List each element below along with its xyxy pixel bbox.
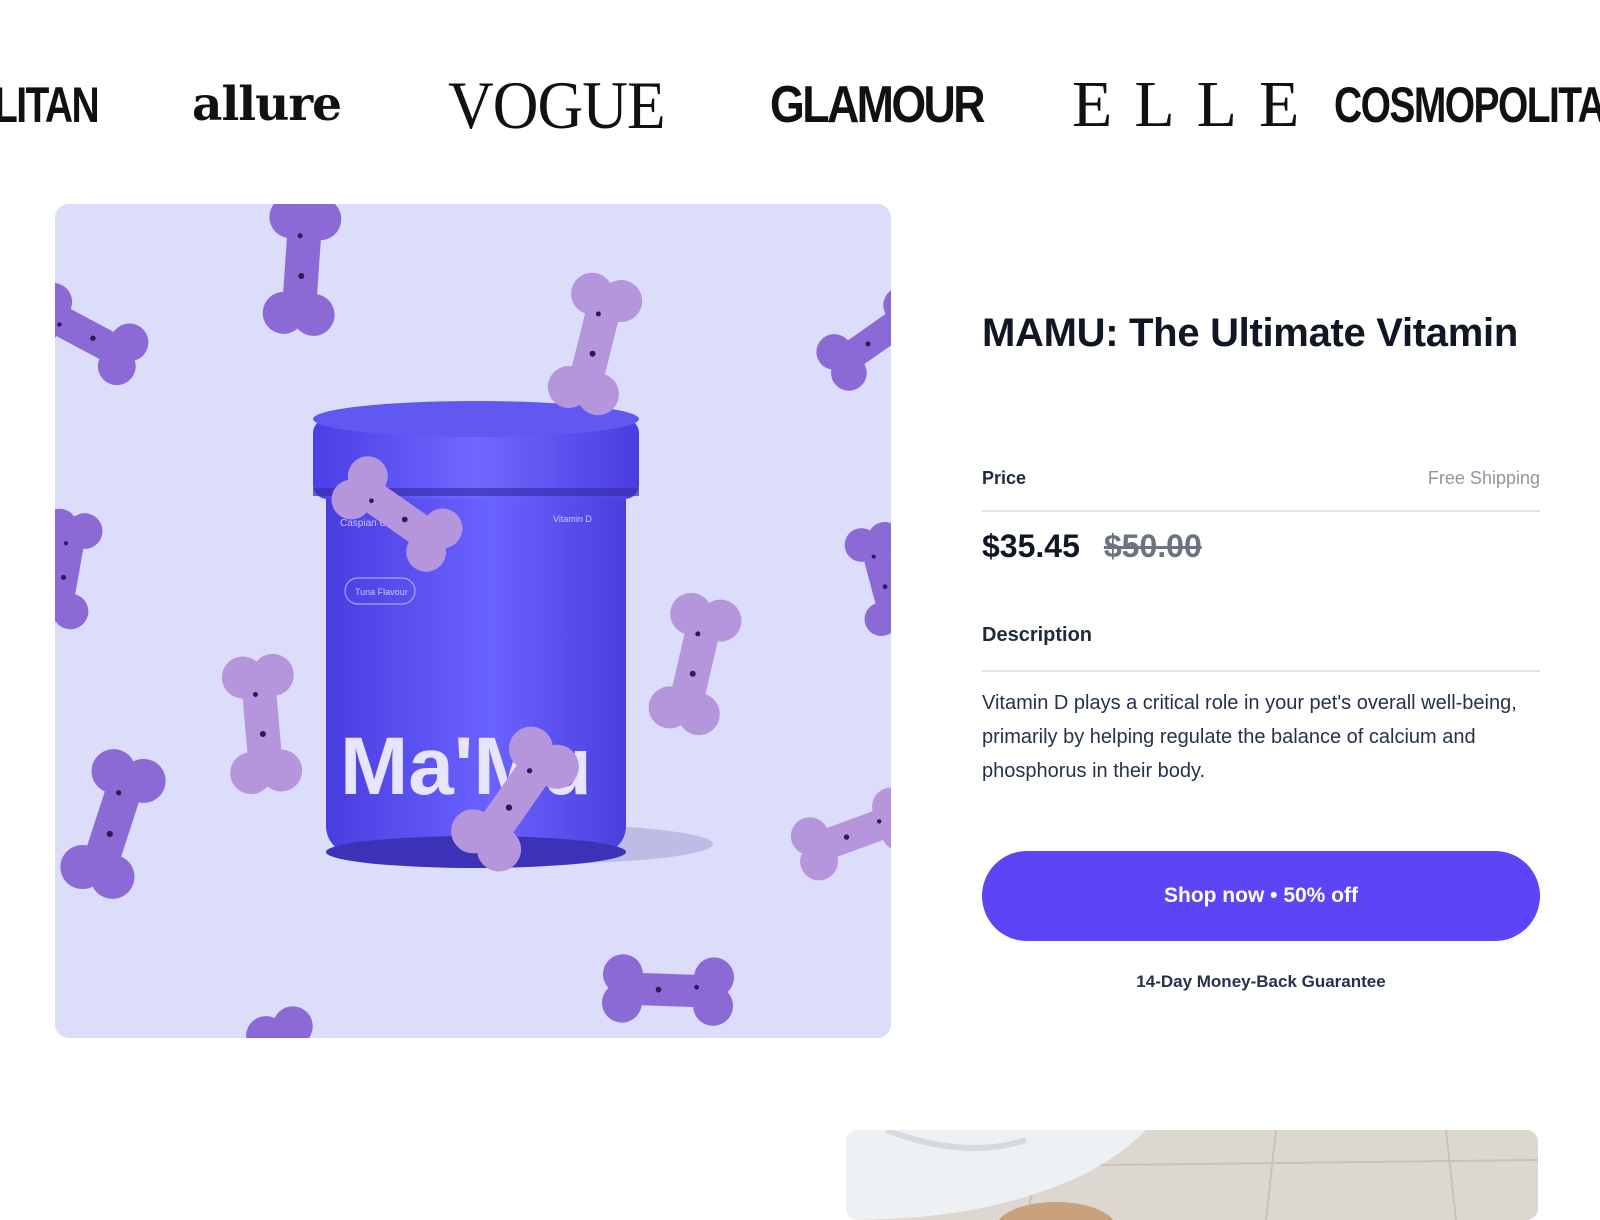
glamour-logo: GLAMOUR: [770, 76, 986, 134]
cosmopolitan-logo: COSMOPOLITAN: [1334, 77, 1600, 133]
free-shipping-label: Free Shipping: [1427, 468, 1540, 488]
vogue-logo: VOGUE: [448, 67, 666, 143]
price-header: Price Free Shipping: [982, 468, 1540, 489]
cosmopolitan-logo-partial: LITAN: [0, 77, 100, 133]
description-divider: [982, 670, 1540, 672]
elle-logo: ELLE: [1072, 68, 1322, 141]
lifestyle-photo: [846, 1130, 1538, 1220]
allure-logo: allure: [192, 77, 342, 132]
product-illustration: Caspian C Vitamin D Tuna Flavour Ma'Mu: [55, 204, 891, 1038]
jar-vitamin-label: Vitamin D: [553, 514, 592, 524]
price-original: $50.00: [1103, 528, 1202, 564]
lifestyle-photo-illustration: [846, 1130, 1538, 1220]
product-info: MAMU: The Ultimate Vitamin Price Free Sh…: [982, 306, 1540, 991]
price-label: Price: [982, 468, 1027, 488]
price-divider: [982, 510, 1540, 512]
shop-now-button[interactable]: Shop now • 50% off: [982, 851, 1540, 941]
product-title: MAMU: The Ultimate Vitamin: [982, 311, 1518, 355]
product-description: Vitamin D plays a critical role in your …: [982, 692, 1517, 782]
product-image: Caspian C Vitamin D Tuna Flavour Ma'Mu: [55, 204, 891, 1038]
price-values: $35.45 $50.00: [982, 528, 1202, 565]
money-back-guarantee: 14-Day Money-Back Guarantee: [1136, 972, 1386, 991]
jar-flavour-pill: Tuna Flavour: [355, 587, 408, 597]
description-label: Description: [982, 624, 1093, 646]
price-current: $35.45: [982, 528, 1080, 564]
press-logo-strip: LITAN allure VOGUE GLAMOUR ELLE COSMOPOL…: [0, 60, 1600, 150]
